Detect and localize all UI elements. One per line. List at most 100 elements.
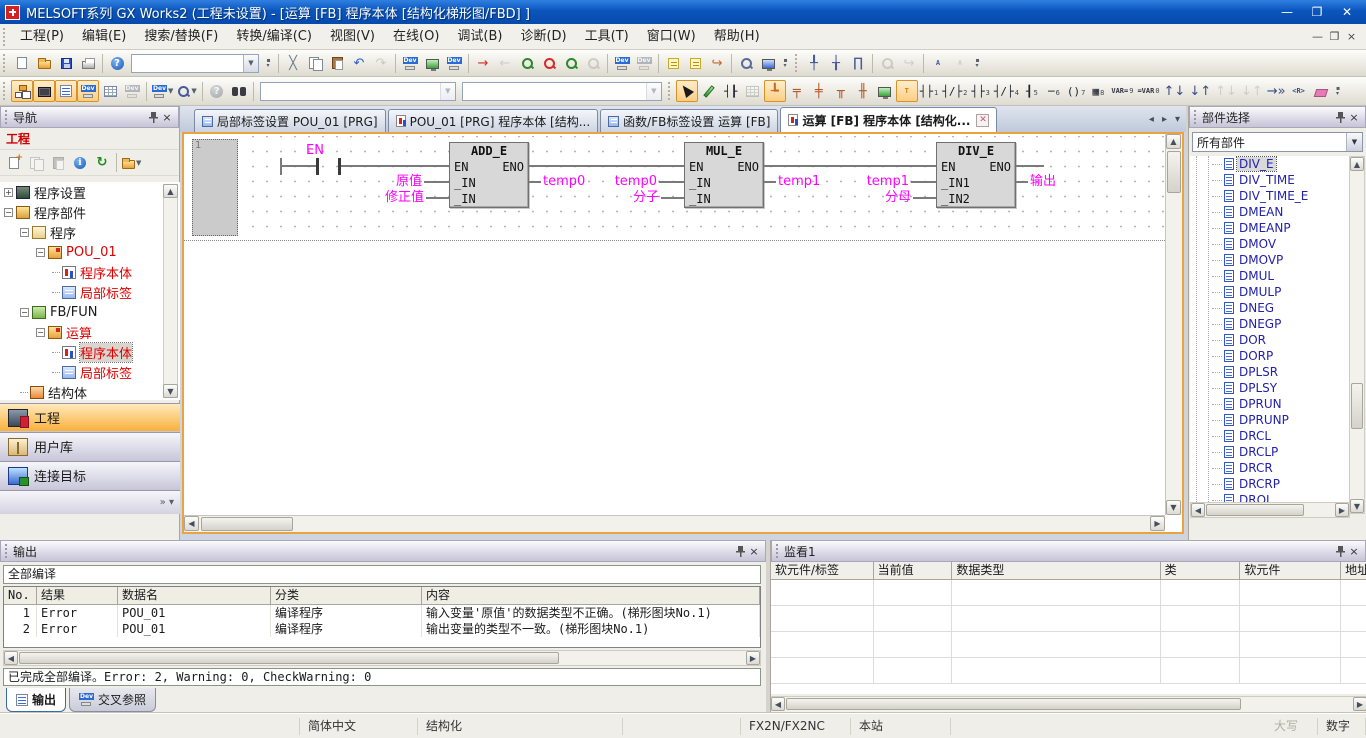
monitor-pause[interactable] <box>582 52 604 74</box>
part-item-DNEG[interactable]: DNEG <box>1190 300 1350 316</box>
comment-display[interactable] <box>874 80 896 102</box>
close-icon[interactable]: × <box>1347 544 1361 558</box>
device-find[interactable] <box>876 52 898 74</box>
parts-vscrollbar[interactable]: ▲ ▼ <box>1349 156 1365 514</box>
read-from-plc[interactable]: ← <box>494 52 516 74</box>
device-display[interactable]: Dev <box>611 52 633 74</box>
part-item-DMOV[interactable]: DMOV <box>1190 236 1350 252</box>
sort-filter[interactable]: ▼ <box>120 152 143 174</box>
refresh[interactable]: ↻ <box>91 152 113 174</box>
tree-item-FB/FUN[interactable]: −FB/FUN <box>0 302 180 322</box>
output-instruction[interactable]: ()7 <box>1065 80 1087 102</box>
output-hscrollbar[interactable]: ◀ ▶ <box>3 650 761 666</box>
part-item-DIV_TIME[interactable]: DIV_TIME <box>1190 172 1350 188</box>
ladder-insert-below[interactable]: ╁ <box>825 52 847 74</box>
tab-3[interactable]: 运算 [FB] 程序本体 [结构化...✕ <box>780 107 997 132</box>
device-reference[interactable]: Dev <box>121 80 143 102</box>
close-button[interactable]: ✕ <box>1332 3 1362 21</box>
part-item-DOR[interactable]: DOR <box>1190 332 1350 348</box>
interconnect-mode[interactable]: ┤┠ <box>720 80 742 102</box>
menu-item-6[interactable]: 调试(B) <box>448 24 511 50</box>
device-memory[interactable] <box>99 80 121 102</box>
watch-row-0[interactable] <box>771 580 1366 606</box>
pin-icon[interactable] <box>1333 110 1347 124</box>
toolbar-overflow-icon[interactable]: ▪▾ <box>263 53 274 73</box>
watch-row-2[interactable] <box>771 632 1366 658</box>
tab-scroll-right-icon[interactable]: ▸ <box>1162 114 1167 125</box>
undo[interactable]: ↶ <box>348 52 370 74</box>
label-display[interactable]: A <box>927 52 949 74</box>
element-selection-toggle[interactable] <box>33 80 55 102</box>
chevron-down-icon[interactable]: ▼ <box>1346 133 1362 151</box>
new-data[interactable]: + <box>3 152 25 174</box>
statement-jump[interactable]: ↪ <box>706 52 728 74</box>
wrap-source-2[interactable]: ↑↓ <box>1213 80 1239 102</box>
bottom-tab-交叉参照[interactable]: Dev交叉参照 <box>69 688 156 712</box>
menu-item-5[interactable]: 在线(O) <box>384 24 448 50</box>
tree-item-局部标签[interactable]: 局部标签 <box>0 282 180 302</box>
input-label[interactable]: VAR=9 <box>1109 80 1135 102</box>
label-display-off[interactable]: A <box>949 52 971 74</box>
tab-scroll-left-icon[interactable]: ◂ <box>1149 114 1154 125</box>
nav-button-用户库[interactable]: 用户库 <box>0 432 180 461</box>
bottom-tab-输出[interactable]: 输出 <box>6 688 66 712</box>
chevron-down-icon[interactable]: ▼ <box>440 83 455 100</box>
output-window-toggle[interactable] <box>55 80 77 102</box>
delete-column[interactable]: ╫ <box>852 80 874 102</box>
pin-icon[interactable] <box>1333 544 1347 558</box>
menu-item-4[interactable]: 视图(V) <box>321 24 384 50</box>
wrap-line-dest[interactable]: ↓↑ <box>1187 80 1213 102</box>
tree-expander-icon[interactable]: − <box>36 248 45 257</box>
menu-item-8[interactable]: 工具(T) <box>576 24 638 50</box>
tab-2[interactable]: 函数/FB标签设置 运算 [FB] <box>600 109 778 132</box>
keyword-search-combo-input[interactable] <box>132 55 243 72</box>
output-row-1[interactable]: 2ErrorPOU_01编译程序输出变量的类型不一致。(梯形图块No.1) <box>4 621 760 637</box>
mdi-restore-icon[interactable]: ❐ <box>1326 30 1343 43</box>
device-comment-search[interactable]: Dev <box>399 52 421 74</box>
toolbar-overflow-icon[interactable]: ▪▾ <box>780 53 791 73</box>
fbd-block-MUL_E[interactable]: MUL_EENENO_IN_IN <box>684 142 764 208</box>
copy[interactable] <box>304 52 326 74</box>
part-item-DNEGP[interactable]: DNEGP <box>1190 316 1350 332</box>
open-project[interactable] <box>33 52 55 74</box>
ladder-insert-above[interactable]: ╀ <box>803 52 825 74</box>
wrap-line-source[interactable]: ↑↓ <box>1162 80 1188 102</box>
text-mode[interactable]: T <box>896 80 918 102</box>
part-item-DIV_TIME_E[interactable]: DIV_TIME_E <box>1190 188 1350 204</box>
part-item-DMEANP[interactable]: DMEANP <box>1190 220 1350 236</box>
return-instruction[interactable]: <R> <box>1288 80 1310 102</box>
mdi-minimize-icon[interactable]: — <box>1309 30 1326 43</box>
insert-row[interactable]: ╤ <box>786 80 808 102</box>
menu-item-9[interactable]: 窗口(W) <box>638 24 705 50</box>
paste[interactable] <box>326 52 348 74</box>
save-project[interactable] <box>55 52 77 74</box>
menu-item-1[interactable]: 编辑(E) <box>73 24 135 50</box>
toolbar-overflow-icon[interactable]: ▪▾ <box>1333 81 1344 101</box>
part-item-DPRUNP[interactable]: DPRUNP <box>1190 412 1350 428</box>
edit-mode[interactable] <box>698 80 720 102</box>
monitor-run[interactable] <box>560 52 582 74</box>
part-item-DPLSR[interactable]: DPLSR <box>1190 364 1350 380</box>
part-item-DMULP[interactable]: DMULP <box>1190 284 1350 300</box>
nav-button-连接目标[interactable]: 连接目标 <box>0 461 180 490</box>
print[interactable] <box>77 52 99 74</box>
device-comment-toggle[interactable]: Dev <box>77 80 99 102</box>
grid-display[interactable] <box>742 80 764 102</box>
chevron-down-icon[interactable]: ▼ <box>646 83 661 100</box>
comment-jump[interactable] <box>662 52 684 74</box>
device-name-combo-input[interactable] <box>261 83 440 100</box>
fbd-editor[interactable]: 1 ENADD_EENENO_IN_IN原值修正值temp0MUL_EENENO… <box>182 132 1184 534</box>
menu-item-10[interactable]: 帮助(H) <box>705 24 769 50</box>
context-help[interactable]: ? <box>206 80 228 102</box>
nav-paste[interactable] <box>47 152 69 174</box>
output-col-4[interactable]: 内容 <box>422 587 760 605</box>
parts-filter-combo[interactable]: 所有部件 ▼ <box>1192 132 1363 152</box>
monitor-stop[interactable] <box>538 52 560 74</box>
scroll-up-icon[interactable]: ▲ <box>163 184 178 198</box>
tree-item-程序本体[interactable]: 程序本体 <box>0 262 180 282</box>
part-item-DMUL[interactable]: DMUL <box>1190 268 1350 284</box>
write-to-plc[interactable]: → <box>472 52 494 74</box>
cut[interactable]: ╳ <box>282 52 304 74</box>
nav-copy[interactable] <box>25 152 47 174</box>
tree-scrollbar[interactable]: ▲ ▼ <box>163 184 178 398</box>
